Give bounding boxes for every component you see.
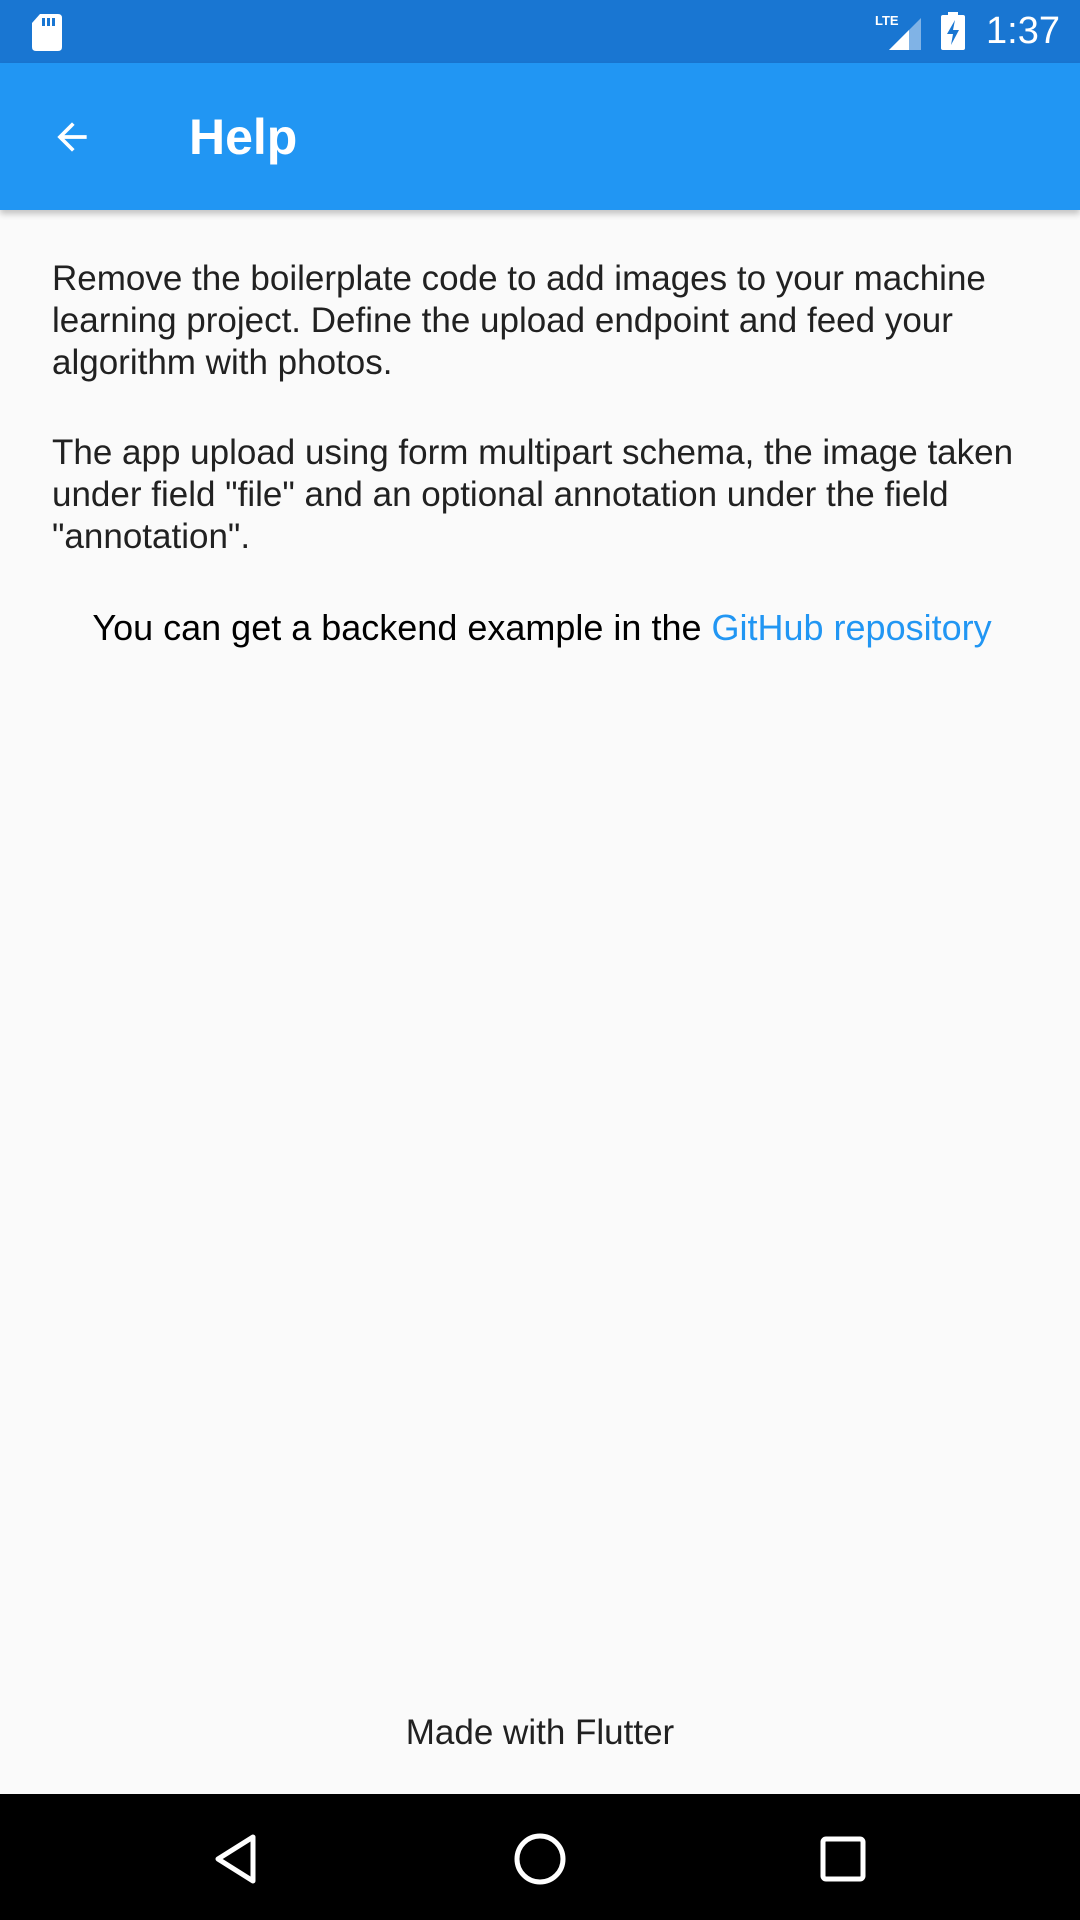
recents-square-icon	[820, 1836, 866, 1882]
app-bar: Help	[0, 63, 1080, 210]
github-repository-link[interactable]: GitHub repository	[712, 607, 992, 648]
nav-home-button[interactable]	[500, 1819, 580, 1899]
nav-recents-button[interactable]	[803, 1819, 883, 1899]
backend-example-line: You can get a backend example in the Git…	[52, 606, 1032, 650]
lte-signal-icon: LTE	[875, 13, 921, 50]
back-button[interactable]	[38, 103, 106, 171]
status-time: 1:37	[986, 10, 1060, 52]
help-paragraph-upload: The app upload using form multipart sche…	[52, 433, 1014, 556]
home-circle-icon	[514, 1833, 566, 1885]
help-content: Remove the boilerplate code to add image…	[52, 258, 1032, 650]
battery-charging-icon	[941, 12, 965, 50]
sd-card-icon	[32, 14, 62, 51]
status-bar: LTE 1:37	[0, 0, 1080, 63]
backend-example-text: You can get a backend example in the	[92, 607, 712, 648]
back-triangle-icon	[215, 1834, 256, 1884]
network-type-label: LTE	[875, 13, 899, 28]
navigation-bar	[0, 1794, 1080, 1920]
made-with-flutter-footer: Made with Flutter	[405, 1713, 675, 1752]
nav-back-button[interactable]	[196, 1819, 276, 1899]
page-title: Help	[189, 109, 298, 165]
arrow-back-icon	[57, 122, 87, 152]
help-paragraph-intro: Remove the boilerplate code to add image…	[52, 259, 986, 382]
